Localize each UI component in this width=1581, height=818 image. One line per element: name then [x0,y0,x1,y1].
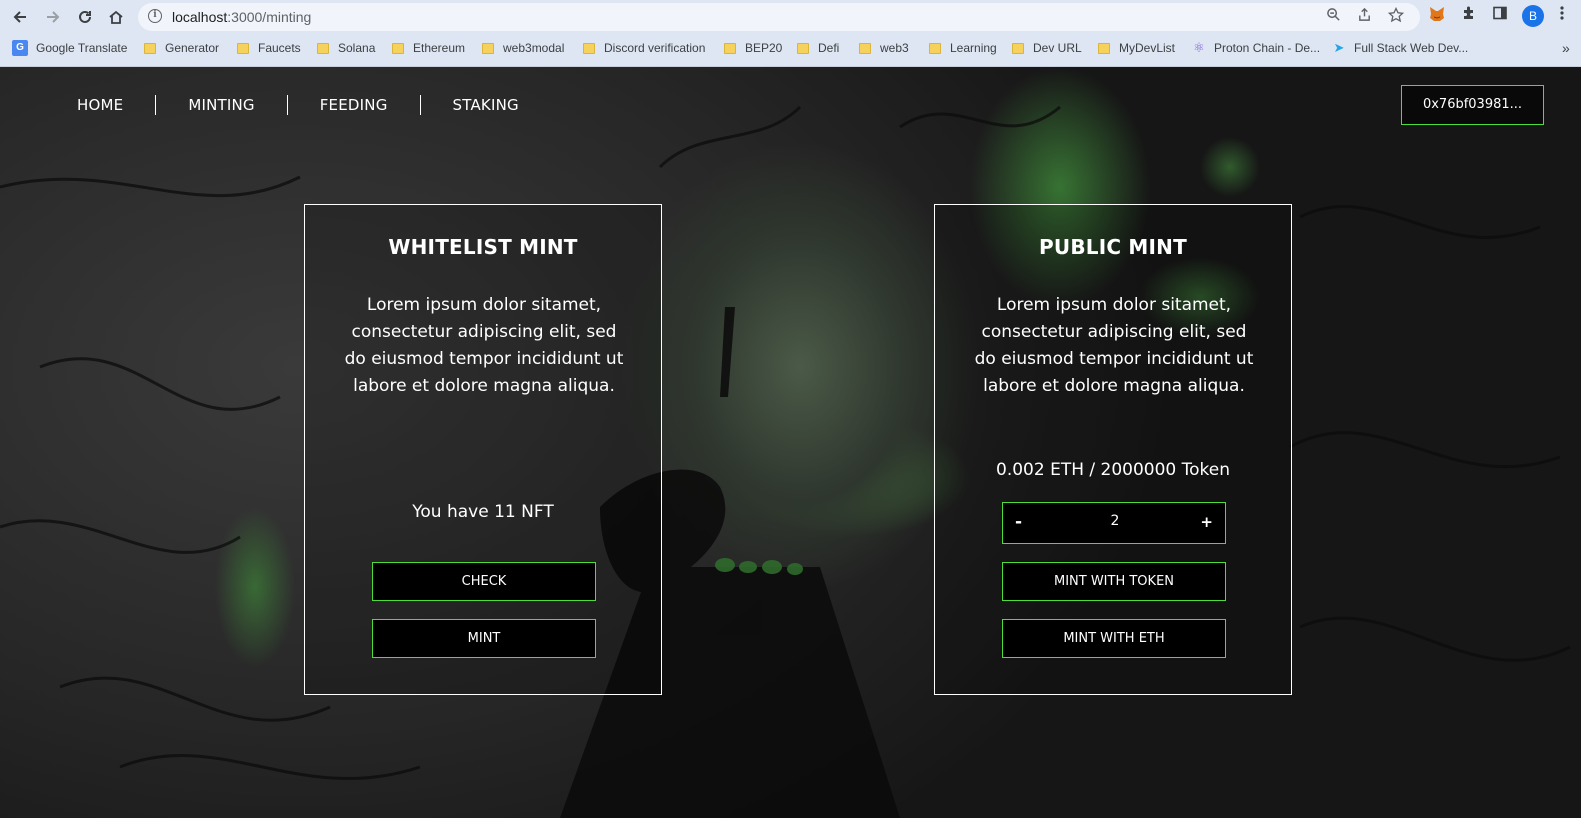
share-icon[interactable] [1354,7,1374,27]
minting-page: HOME MINTING FEEDING STAKING 0x76bf03981… [0,67,1581,818]
public-description: Lorem ipsum dolor sitamet, consectetur a… [974,295,1254,396]
browser-toolbar: i localhost:3000/minting B [0,0,1581,34]
bookmark-ethereum[interactable]: Ethereum [392,36,465,60]
bookmark-solana[interactable]: Solana [317,36,375,60]
nav-feeding[interactable]: FEEDING [288,95,420,115]
bookmark-defi[interactable]: Defi [797,36,839,60]
bookmark-generator[interactable]: Generator [144,36,219,60]
increment-button[interactable]: + [1200,513,1213,531]
folder-icon [317,42,329,54]
flutter-icon: ➤ [1333,40,1345,55]
folder-icon [1098,42,1110,54]
browser-chrome: i localhost:3000/minting B G Google Tran… [0,0,1581,67]
whitelist-mint-card: WHITELIST MINT Lorem ipsum dolor sitamet… [304,204,662,695]
public-title: PUBLIC MINT [1039,235,1187,259]
forward-icon[interactable] [40,4,66,30]
react-icon: ⚛ [1193,40,1205,55]
folder-icon [583,42,595,54]
folder-icon [144,42,156,54]
folder-icon [797,42,809,54]
nav-staking[interactable]: STAKING [421,95,551,115]
reload-icon[interactable] [72,4,98,30]
url-text: localhost:3000/minting [172,9,312,25]
mint-with-eth-button[interactable]: MINT WITH ETH [1002,619,1226,658]
bookmark-discord-verification[interactable]: Discord verification [583,36,705,60]
folder-icon [482,42,494,54]
nft-count-status: You have 11 NFT [412,502,554,522]
side-panel-icon[interactable] [1489,5,1511,27]
extensions-icon[interactable] [1458,5,1480,27]
bookmark-bep20[interactable]: BEP20 [724,36,782,60]
folder-icon [859,42,871,54]
wallet-address-button[interactable]: 0x76bf03981... [1401,85,1544,125]
nav-minting[interactable]: MINTING [156,95,286,115]
google-translate-icon: G [12,40,28,56]
bookmark-learning[interactable]: Learning [929,36,997,60]
bookmark-google-translate[interactable]: G Google Translate [12,36,127,60]
whitelist-title: WHITELIST MINT [388,235,578,259]
bookmarks-overflow[interactable]: » [1562,36,1570,60]
folder-icon [237,42,249,54]
check-button[interactable]: CHECK [372,562,596,601]
address-bar[interactable]: i localhost:3000/minting [138,3,1420,31]
bookmark-mydevlist[interactable]: MyDevList [1098,36,1175,60]
decrement-button[interactable]: - [1015,512,1022,532]
bookmark-web3[interactable]: web3 [859,36,909,60]
bookmark-web3modal[interactable]: web3modal [482,36,564,60]
metamask-icon[interactable] [1426,5,1448,27]
bookmarks-bar: G Google Translate Generator Faucets Sola… [0,36,1581,60]
mint-with-token-button[interactable]: MINT WITH TOKEN [1002,562,1226,601]
bookmark-proton-chain[interactable]: ⚛ Proton Chain - De... [1192,36,1320,60]
home-icon[interactable] [103,4,129,30]
nav-home[interactable]: HOME [60,95,155,115]
bookmark-faucets[interactable]: Faucets [237,36,301,60]
background-artwork [0,105,1571,818]
bookmark-full-stack[interactable]: ➤ Full Stack Web Dev... [1332,36,1469,60]
folder-icon [1012,42,1024,54]
profile-avatar[interactable]: B [1522,5,1544,27]
bookmark-star-icon[interactable] [1386,6,1406,27]
public-mint-card: PUBLIC MINT Lorem ipsum dolor sitamet, c… [934,204,1292,695]
quantity-value[interactable]: 2 [1043,513,1187,529]
folder-icon [392,42,404,54]
site-info-icon[interactable]: i [148,9,162,23]
menu-kebab-icon[interactable] [1555,5,1569,27]
folder-icon [724,42,736,54]
main-nav: HOME MINTING FEEDING STAKING [60,91,551,119]
folder-icon [929,42,941,54]
quantity-stepper: - 2 + [1002,502,1226,544]
whitelist-description: Lorem ipsum dolor sitamet, consectetur a… [344,295,624,396]
back-icon[interactable] [7,4,33,30]
mint-price: 0.002 ETH / 2000000 Token [996,460,1230,480]
zoom-icon[interactable] [1323,7,1343,27]
whitelist-mint-button[interactable]: MINT [372,619,596,658]
bookmark-dev-url[interactable]: Dev URL [1012,36,1082,60]
